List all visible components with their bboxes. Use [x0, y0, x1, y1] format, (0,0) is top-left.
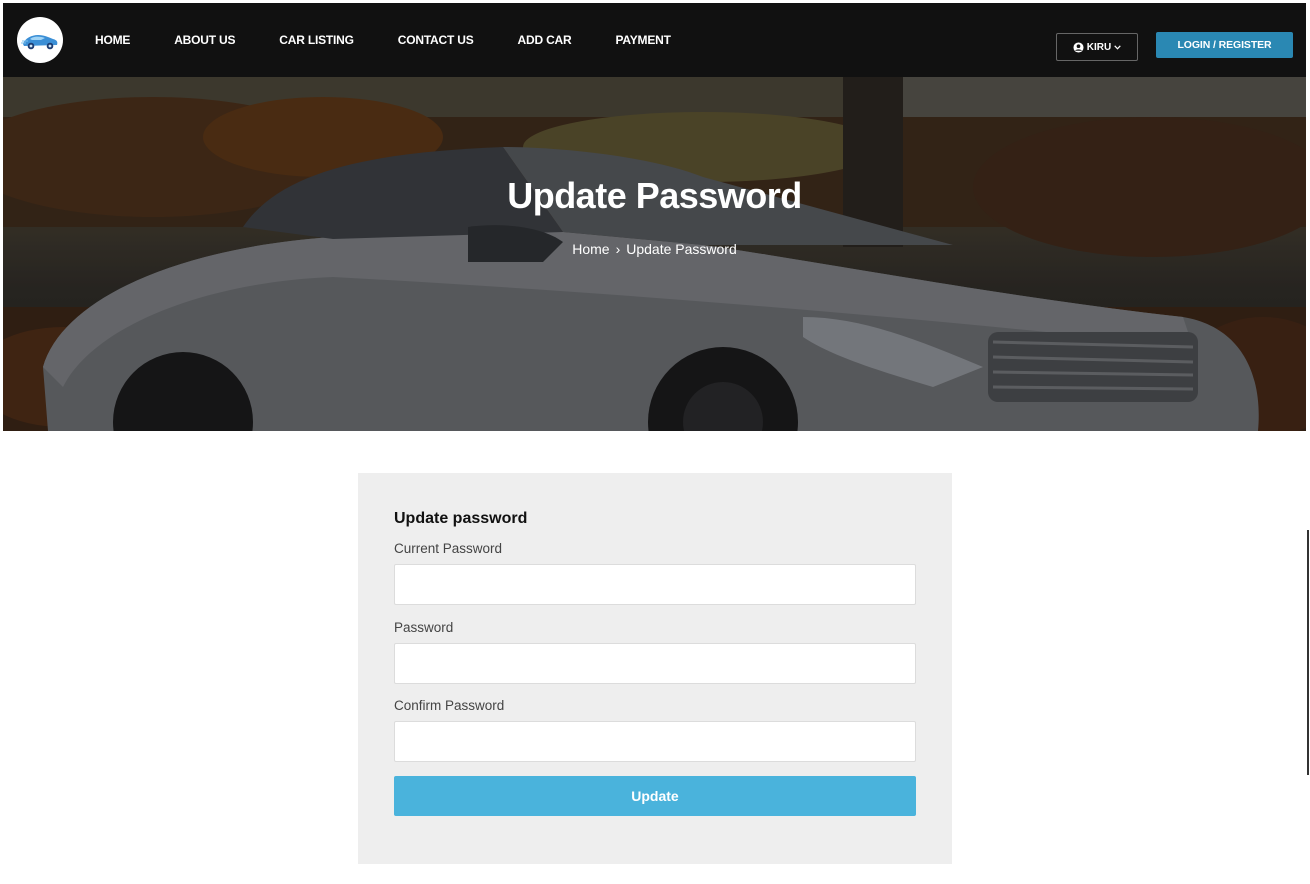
user-name: KIRU [1086, 41, 1112, 53]
password-label: Password [394, 620, 454, 635]
update-button[interactable]: Update [394, 776, 916, 816]
update-password-card: Update password Current Password Passwor… [358, 473, 952, 864]
site-logo[interactable] [17, 17, 63, 63]
confirm-password-input[interactable] [394, 721, 916, 762]
confirm-password-label: Confirm Password [394, 698, 505, 713]
top-navbar: HOME ABOUT US CAR LISTING CONTACT US ADD… [3, 3, 1306, 77]
user-menu-button[interactable]: KIRU [1056, 33, 1138, 61]
nav-contact-us[interactable]: CONTACT US [398, 33, 474, 47]
hero-banner: Update Password Home › Update Password [3, 77, 1306, 431]
breadcrumb-home-link[interactable]: Home [572, 241, 609, 257]
main-nav: HOME ABOUT US CAR LISTING CONTACT US ADD… [95, 3, 715, 77]
page: HOME ABOUT US CAR LISTING CONTACT US ADD… [3, 3, 1306, 884]
nav-car-listing[interactable]: CAR LISTING [279, 33, 354, 47]
page-title: Update Password [507, 175, 802, 216]
breadcrumb: Home › Update Password [3, 241, 1306, 257]
nav-add-car[interactable]: ADD CAR [518, 33, 572, 47]
chevron-right-icon: › [615, 241, 621, 257]
scrollbar[interactable] [1307, 530, 1309, 775]
form-title: Update password [394, 510, 528, 527]
user-circle-icon [1073, 41, 1084, 53]
password-input[interactable] [394, 643, 916, 684]
current-password-input[interactable] [394, 564, 916, 605]
nav-payment[interactable]: PAYMENT [615, 33, 670, 47]
nav-about-us[interactable]: ABOUT US [174, 33, 235, 47]
login-register-button[interactable]: LOGIN / REGISTER [1156, 32, 1293, 58]
chevron-down-icon [1114, 44, 1121, 50]
car-logo-icon [21, 35, 58, 50]
nav-home[interactable]: HOME [95, 33, 130, 47]
current-password-label: Current Password [394, 541, 503, 556]
breadcrumb-current: Update Password [626, 241, 737, 257]
